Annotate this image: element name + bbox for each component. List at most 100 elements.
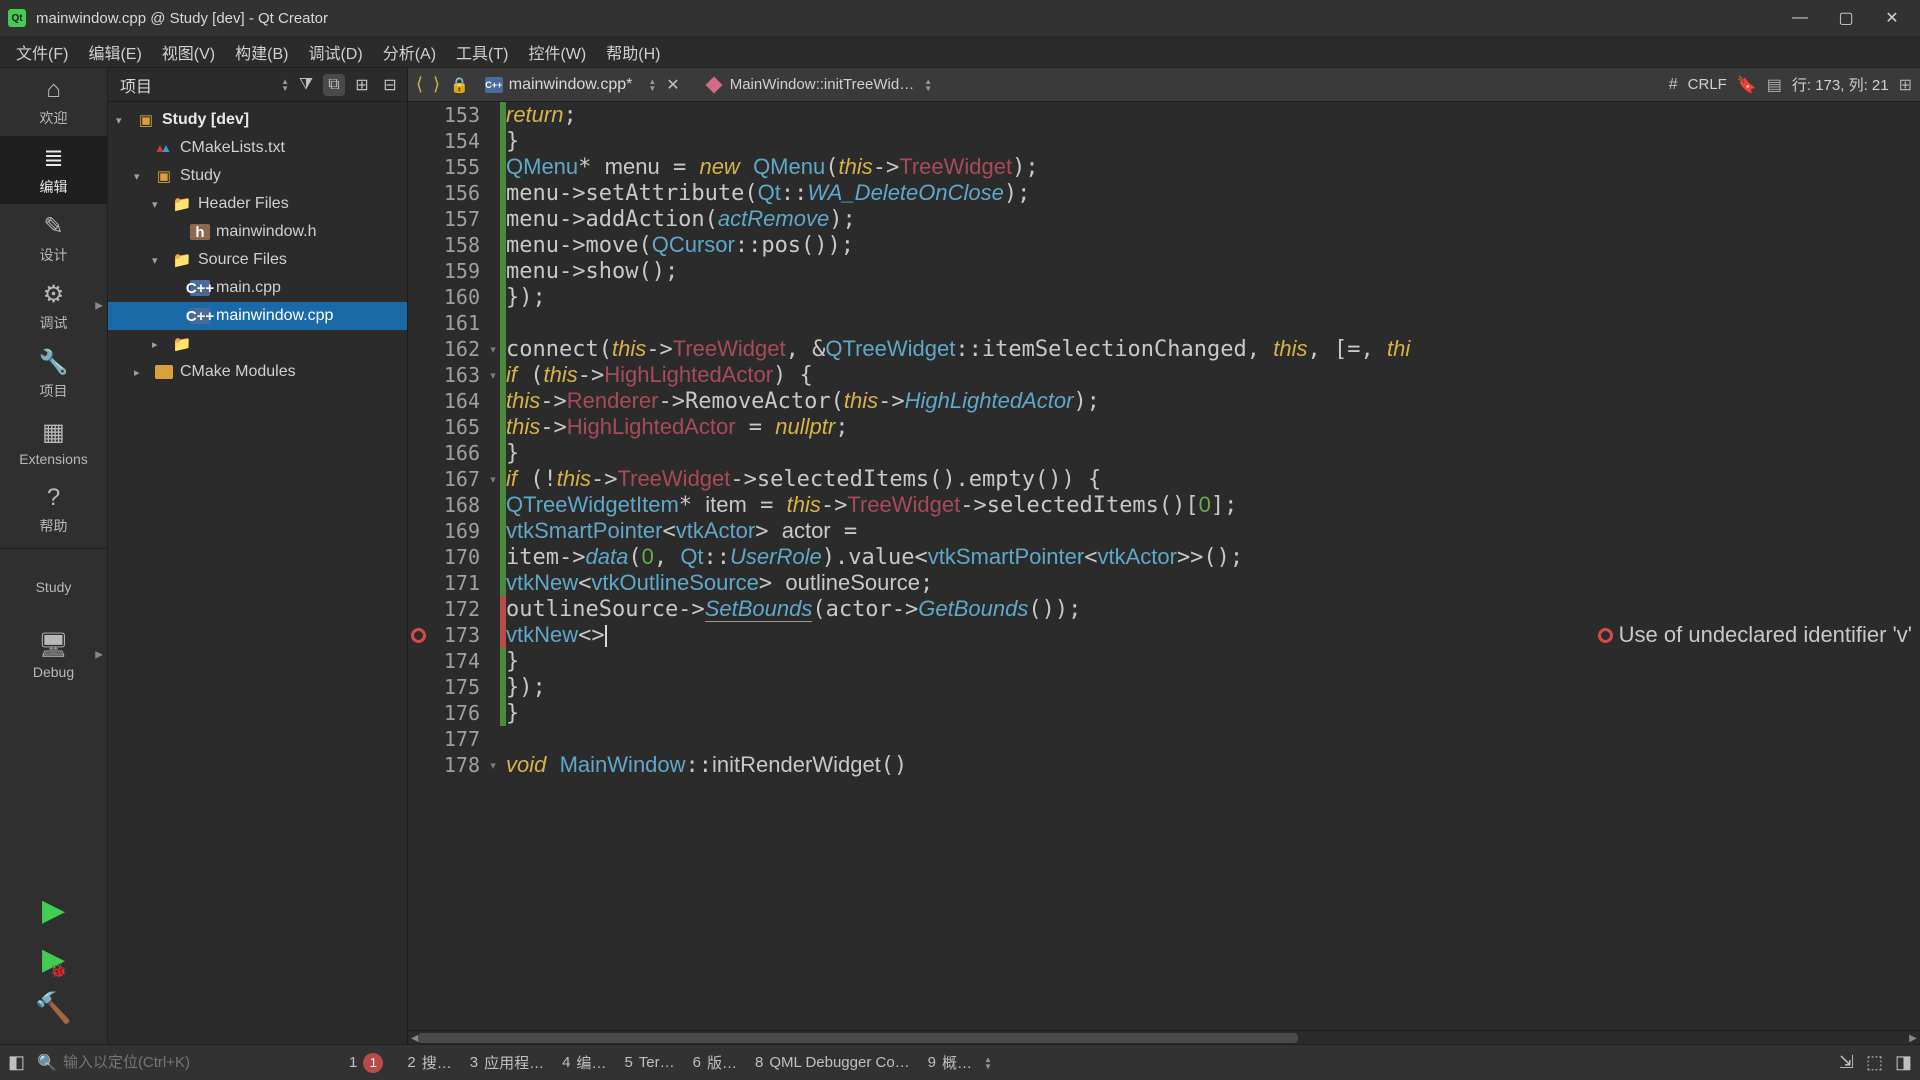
tree-row[interactable]: ▾📁Header Files: [108, 190, 407, 218]
file-updown-icon[interactable]: ▲▼: [648, 78, 656, 92]
code-line[interactable]: 165 this->HighLightedActor = nullptr;: [408, 414, 1920, 440]
code-line[interactable]: 176 }: [408, 700, 1920, 726]
menu-item[interactable]: 帮助(H): [596, 36, 670, 68]
horizontal-scrollbar[interactable]: ◀ ▶: [408, 1030, 1920, 1044]
output-pane-tab[interactable]: 4编…: [562, 1052, 606, 1073]
close-split-icon[interactable]: ⊟: [379, 74, 401, 96]
outline-icon[interactable]: ▤: [1767, 75, 1782, 95]
code-line[interactable]: 156 menu->setAttribute(Qt::WA_DeleteOnCl…: [408, 180, 1920, 206]
code-line[interactable]: 177: [408, 726, 1920, 752]
output-pane-tab[interactable]: 5Ter…: [624, 1052, 674, 1073]
locator[interactable]: 🔍: [37, 1053, 337, 1073]
output-pane-tab[interactable]: 6版…: [693, 1052, 737, 1073]
rail-design[interactable]: ✎设计: [0, 204, 107, 272]
cursor-position[interactable]: 行: 173, 列: 21: [1792, 74, 1889, 95]
tree-row[interactable]: C++mainwindow.cpp: [108, 302, 407, 330]
menu-item[interactable]: 编辑(E): [78, 36, 151, 68]
code-line[interactable]: 172 outlineSource->SetBounds(actor->GetB…: [408, 596, 1920, 622]
tree-row[interactable]: ▾▣Study [dev]: [108, 106, 407, 134]
output-pane-tab[interactable]: 9概…: [928, 1052, 972, 1073]
code-line[interactable]: 158 menu->move(QCursor::pos());: [408, 232, 1920, 258]
code-line[interactable]: 160 });: [408, 284, 1920, 310]
toggle-sidebar-icon[interactable]: ⬚: [1866, 1052, 1883, 1073]
menu-item[interactable]: 调试(D): [298, 36, 372, 68]
nav-back-icon[interactable]: ⟨: [416, 74, 423, 95]
minimize-button[interactable]: —: [1790, 8, 1810, 28]
symbol-updown-icon[interactable]: ▲▼: [924, 78, 932, 92]
close-file-icon[interactable]: ✕: [666, 75, 679, 95]
code-line[interactable]: 175 });: [408, 674, 1920, 700]
code-line[interactable]: 162▾ connect(this->TreeWidget, &QTreeWid…: [408, 336, 1920, 362]
code-line[interactable]: 168 QTreeWidgetItem* item = this->TreeWi…: [408, 492, 1920, 518]
project-view-combo[interactable]: 项目▲▼: [114, 73, 289, 97]
tree-row[interactable]: CMakeLists.txt: [108, 134, 407, 162]
build-button[interactable]: 🔨: [35, 991, 72, 1026]
rail-project[interactable]: 🔧项目: [0, 340, 107, 408]
code-line[interactable]: 153 return;: [408, 102, 1920, 128]
expand-arrow-icon[interactable]: ▾: [152, 254, 166, 267]
right-panel-toggle-icon[interactable]: ◨: [1895, 1052, 1912, 1073]
encoding-label[interactable]: CRLF: [1688, 76, 1727, 93]
fold-icon[interactable]: ▾: [486, 343, 500, 356]
left-panel-toggle-icon[interactable]: ◧: [8, 1052, 25, 1073]
scrollbar-thumb[interactable]: [418, 1033, 1298, 1043]
close-button[interactable]: ✕: [1882, 8, 1902, 28]
link-icon[interactable]: ⧉: [323, 74, 345, 96]
expand-arrow-icon[interactable]: ▾: [152, 198, 166, 211]
rail-kit-study[interactable]: Study: [0, 553, 107, 621]
rail-welcome[interactable]: ⌂欢迎: [0, 68, 107, 136]
file-selector[interactable]: C++ mainwindow.cpp*: [479, 74, 639, 96]
tree-row[interactable]: ▾▣Study: [108, 162, 407, 190]
menu-item[interactable]: 工具(T): [446, 36, 518, 68]
output-pane-tab[interactable]: 3应用程…: [470, 1052, 544, 1073]
run-debug-button[interactable]: ▶🐞: [42, 942, 65, 977]
tree-row[interactable]: ▸📁: [108, 330, 407, 358]
expand-arrow-icon[interactable]: ▸: [134, 366, 148, 379]
bookmark-icon[interactable]: 🔖: [1737, 75, 1757, 95]
scroll-right-icon[interactable]: ▶: [1906, 1031, 1920, 1044]
menu-item[interactable]: 分析(A): [373, 36, 446, 68]
output-pane-tab[interactable]: 11: [349, 1052, 389, 1073]
expand-arrow-icon[interactable]: ▸: [152, 338, 166, 351]
code-line[interactable]: 178▾ void MainWindow::initRenderWidget(): [408, 752, 1920, 778]
code-line[interactable]: 170 item->data(0, Qt::UserRole).value<vt…: [408, 544, 1920, 570]
expand-arrow-icon[interactable]: ▾: [134, 170, 148, 183]
rail-kit-debug[interactable]: 🖥Debug▶: [0, 621, 107, 689]
tree-row[interactable]: hmainwindow.h: [108, 218, 407, 246]
menu-item[interactable]: 文件(F): [6, 36, 78, 68]
rail-debug[interactable]: ⚙调试▶: [0, 272, 107, 340]
menu-item[interactable]: 控件(W): [518, 36, 596, 68]
menu-item[interactable]: 视图(V): [152, 36, 225, 68]
fold-icon[interactable]: ▾: [486, 473, 500, 486]
locator-input[interactable]: [63, 1054, 337, 1071]
split-icon[interactable]: ⊞: [1899, 75, 1912, 95]
code-line[interactable]: 166 }: [408, 440, 1920, 466]
tree-row[interactable]: C++main.cpp: [108, 274, 407, 302]
toggle-progress-icon[interactable]: ⇲: [1839, 1052, 1854, 1073]
code-line[interactable]: 171 vtkNew<vtkOutlineSource> outlineSour…: [408, 570, 1920, 596]
output-updown-icon[interactable]: ▲▼: [984, 1056, 992, 1070]
rail-edit[interactable]: ≣编辑: [0, 136, 107, 204]
code-line[interactable]: 157 menu->addAction(actRemove);: [408, 206, 1920, 232]
output-pane-tab[interactable]: 8QML Debugger Co…: [755, 1052, 910, 1073]
code-line[interactable]: 167▾ if (!this->TreeWidget->selectedItem…: [408, 466, 1920, 492]
maximize-button[interactable]: ▢: [1836, 8, 1856, 28]
hash-icon[interactable]: #: [1669, 76, 1678, 94]
expand-arrow-icon[interactable]: ▾: [116, 114, 130, 127]
rail-help[interactable]: ?帮助: [0, 476, 107, 544]
code-line[interactable]: 154 }: [408, 128, 1920, 154]
code-editor[interactable]: 153 return;154 }155 QMenu* menu = new QM…: [408, 102, 1920, 1030]
output-pane-tab[interactable]: 2搜…: [407, 1052, 451, 1073]
code-line[interactable]: 169 vtkSmartPointer<vtkActor> actor =: [408, 518, 1920, 544]
tree-row[interactable]: ▾📁Source Files: [108, 246, 407, 274]
rail-extensions[interactable]: ▦Extensions: [0, 408, 107, 476]
code-line[interactable]: 155 QMenu* menu = new QMenu(this->TreeWi…: [408, 154, 1920, 180]
symbol-selector[interactable]: MainWindow::initTreeWid…: [730, 76, 915, 93]
menu-item[interactable]: 构建(B): [225, 36, 298, 68]
code-line[interactable]: 173 vtkNew<>Use of undeclared identifier…: [408, 622, 1920, 648]
code-line[interactable]: 163▾ if (this->HighLightedActor) {: [408, 362, 1920, 388]
project-tree[interactable]: ▾▣Study [dev] CMakeLists.txt▾▣Study▾📁Hea…: [108, 102, 407, 1044]
code-line[interactable]: 161: [408, 310, 1920, 336]
filter-icon[interactable]: ⧩: [295, 74, 317, 96]
fold-icon[interactable]: ▾: [486, 369, 500, 382]
